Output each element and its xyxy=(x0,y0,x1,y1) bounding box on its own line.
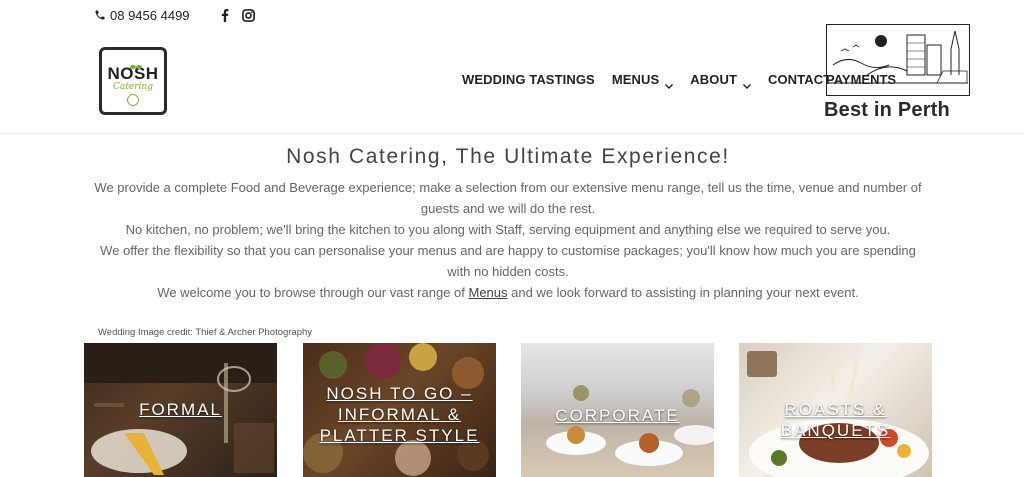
phone-number[interactable]: 08 9456 4499 xyxy=(110,8,190,23)
phone-icon xyxy=(94,9,106,21)
tile-label: CORPORATE xyxy=(555,406,680,425)
badge-title: Best in Perth xyxy=(824,99,950,121)
facebook-icon[interactable] xyxy=(218,8,232,22)
intro-paragraph-1: We provide a complete Food and Beverage … xyxy=(94,180,922,216)
best-in-perth-badge[interactable]: PAYMENTS Best in Perth xyxy=(824,24,972,122)
top-bar: 08 9456 4499 xyxy=(94,6,256,24)
main-navigation: WEDDING TASTINGS MENUS ABOUT CONTACT xyxy=(462,72,848,89)
nav-item-label: CONTACT xyxy=(767,72,832,87)
intro-paragraph-2: No kitchen, no problem; we'll bring the … xyxy=(125,222,891,237)
image-credit: Wedding Image credit: Thief & Archer Pho… xyxy=(98,327,313,338)
chevron-down-icon xyxy=(742,77,751,89)
site-header: NOSH Catering WEDDING TASTINGS MENUS ABO… xyxy=(0,24,1024,134)
tile-label: FORMAL xyxy=(139,400,222,419)
intro-paragraph-3: We offer the flexibility so that you can… xyxy=(100,243,916,279)
site-logo[interactable]: NOSH Catering xyxy=(99,47,167,115)
nav-item-label: WEDDING TASTINGS xyxy=(462,72,595,87)
intro-text: and we look forward to assisting in plan… xyxy=(507,285,859,300)
instagram-icon[interactable] xyxy=(242,8,256,22)
tile-label: ROASTS & BANQUETS xyxy=(780,400,891,440)
logo-subtitle: Catering xyxy=(113,81,153,92)
category-tile-nosh-to-go[interactable]: NOSH TO GO – INFORMAL & PLATTER STYLE xyxy=(303,343,496,477)
category-tile-formal[interactable]: FORMAL xyxy=(84,343,277,477)
nav-item-payments[interactable]: PAYMENTS xyxy=(826,72,896,87)
logo-badge xyxy=(127,93,139,106)
nav-item-contact[interactable]: CONTACT xyxy=(768,72,831,87)
chevron-down-icon xyxy=(665,77,674,89)
category-tile-corporate[interactable]: CORPORATE xyxy=(521,343,714,477)
tile-label: NOSH TO GO – INFORMAL & PLATTER STYLE xyxy=(319,384,480,445)
leaf-icon xyxy=(130,57,142,69)
nav-item-wedding-tastings[interactable]: WEDDING TASTINGS xyxy=(462,72,595,87)
intro-paragraph-4: We welcome you to browse through our vas… xyxy=(90,282,926,303)
menus-link[interactable]: Menus xyxy=(468,285,507,300)
nav-item-label: MENUS xyxy=(611,72,660,87)
category-tile-roasts-banquets[interactable]: ROASTS & BANQUETS xyxy=(739,343,932,477)
nav-item-about[interactable]: ABOUT xyxy=(690,72,751,89)
intro-text: We welcome you to browse through our vas… xyxy=(157,285,469,300)
page-title: Nosh Catering, The Ultimate Experience! xyxy=(286,145,730,168)
nav-item-menus[interactable]: MENUS xyxy=(611,72,674,89)
nav-item-label: ABOUT xyxy=(690,72,737,87)
